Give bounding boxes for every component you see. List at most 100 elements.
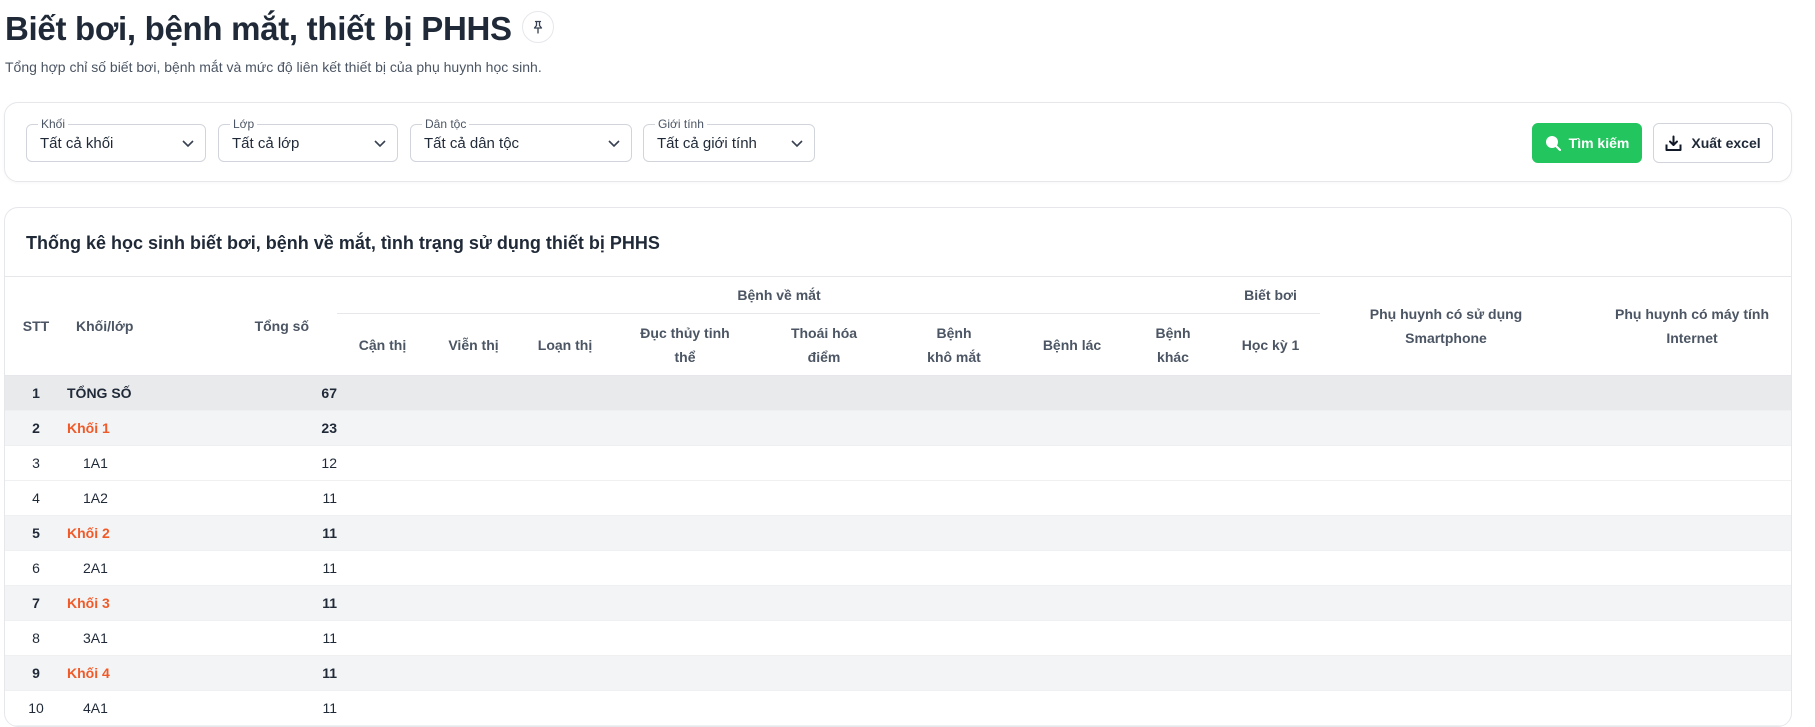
row-empty-cell (1572, 690, 1791, 726)
row-empty-cell (428, 550, 519, 586)
row-empty-cell (1125, 550, 1221, 586)
row-empty-cell (1019, 655, 1125, 691)
row-empty-cell (428, 655, 519, 691)
row-empty-cell (1125, 585, 1221, 621)
row-total: 11 (219, 655, 337, 691)
page-subtitle: Tổng hợp chỉ số biết bơi, bệnh mắt và mứ… (5, 59, 542, 75)
row-empty-cell (1125, 480, 1221, 516)
table-row: 3 1A1 12 (5, 445, 1791, 481)
row-empty-cell (1125, 515, 1221, 551)
row-empty-cell (889, 655, 1019, 691)
row-empty-cell (759, 585, 889, 621)
row-class-name: 1A2 (67, 480, 219, 516)
row-empty-cell (1572, 515, 1791, 551)
row-empty-cell (428, 375, 519, 411)
row-empty-cell (889, 480, 1019, 516)
search-button[interactable]: Tìm kiếm (1532, 123, 1642, 163)
col-group-swim: Biết bơi (1221, 276, 1320, 314)
col-group-eye: Bệnh về mắt (337, 276, 1221, 314)
row-class-name: 3A1 (67, 620, 219, 656)
row-empty-cell (1320, 515, 1572, 551)
row-total: 12 (219, 445, 337, 481)
search-icon (1545, 136, 1561, 151)
col-header-eye: Viễn thị (448, 336, 499, 353)
col-header-stt: STT (5, 276, 67, 376)
col-header-eye: Loạn thị (537, 336, 593, 353)
row-class-name: Khối 4 (67, 655, 219, 691)
row-total: 11 (219, 585, 337, 621)
export-excel-button[interactable]: Xuất excel (1653, 123, 1773, 163)
row-empty-cell (1019, 480, 1125, 516)
row-empty-cell (1221, 445, 1320, 481)
row-empty-cell (1572, 410, 1791, 446)
row-empty-cell (428, 690, 519, 726)
gender-select-value: Tất cả giới tính (657, 135, 757, 152)
row-empty-cell (337, 585, 428, 621)
row-empty-cell (611, 585, 759, 621)
row-stt: 10 (5, 690, 67, 726)
row-empty-cell (337, 515, 428, 551)
col-header-computer: Phụ huynh có máy tính Internet (1572, 276, 1791, 376)
row-class-name: Khối 2 (67, 515, 219, 551)
row-class-name: 2A1 (67, 550, 219, 586)
row-empty-cell (1221, 515, 1320, 551)
row-empty-cell (759, 690, 889, 726)
row-empty-cell (759, 515, 889, 551)
row-empty-cell (1320, 550, 1572, 586)
row-empty-cell (611, 480, 759, 516)
row-empty-cell (428, 480, 519, 516)
row-empty-cell (889, 550, 1019, 586)
gender-select[interactable]: Giới tính Tất cả giới tính (643, 117, 815, 162)
chevron-down-icon (608, 140, 620, 148)
col-header-smartphone: Phụ huynh có sử dụng Smartphone (1320, 276, 1572, 376)
row-empty-cell (1019, 375, 1125, 411)
row-empty-cell (337, 550, 428, 586)
chevron-down-icon (791, 140, 803, 148)
row-empty-cell (337, 445, 428, 481)
row-empty-cell (1221, 375, 1320, 411)
grade-select[interactable]: Khối Tất cả khối (26, 117, 206, 162)
row-empty-cell (1221, 690, 1320, 726)
col-header-class: Khối/lớp (67, 276, 219, 376)
row-total: 11 (219, 690, 337, 726)
row-empty-cell (611, 445, 759, 481)
row-total: 11 (219, 480, 337, 516)
col-header-swim: Học kỳ 1 (1241, 336, 1300, 353)
table-title: Thống kê học sinh biết bơi, bệnh về mắt,… (26, 233, 660, 253)
ethnicity-select-value: Tất cả dân tộc (424, 135, 520, 152)
table-row: 8 3A1 11 (5, 620, 1791, 656)
pin-icon (533, 20, 543, 34)
col-header-eye: Bệnh khô mắt (927, 324, 981, 365)
row-empty-cell (1019, 550, 1125, 586)
grade-select-value: Tất cả khối (40, 135, 114, 152)
col-header-total: Tổng số (219, 276, 337, 376)
row-empty-cell (1320, 690, 1572, 726)
row-empty-cell (1320, 620, 1572, 656)
row-empty-cell (759, 375, 889, 411)
row-empty-cell (1019, 445, 1125, 481)
row-stt: 8 (5, 620, 67, 656)
row-empty-cell (1019, 620, 1125, 656)
stats-table-card: Thống kê học sinh biết bơi, bệnh về mắt,… (4, 207, 1792, 727)
row-total: 11 (219, 515, 337, 551)
row-empty-cell (611, 410, 759, 446)
row-empty-cell (1125, 690, 1221, 726)
col-header-eye: Đục thủy tinh thể (640, 324, 730, 365)
ethnicity-select[interactable]: Dân tộc Tất cả dân tộc (410, 117, 632, 162)
pin-button[interactable] (522, 11, 554, 43)
row-empty-cell (519, 620, 611, 656)
col-header-eye: Bệnh khác (1155, 324, 1191, 365)
class-select[interactable]: Lớp Tất cả lớp (218, 117, 398, 162)
row-empty-cell (1572, 375, 1791, 411)
table-row: 1 TỔNG SỐ 67 (5, 375, 1791, 411)
row-empty-cell (428, 515, 519, 551)
row-empty-cell (337, 480, 428, 516)
table-row: 10 4A1 11 (5, 690, 1791, 726)
chevron-down-icon (182, 140, 194, 148)
row-empty-cell (1019, 690, 1125, 726)
row-stt: 1 (5, 375, 67, 411)
grade-select-label: Khối (38, 117, 69, 131)
row-empty-cell (1019, 515, 1125, 551)
chevron-down-icon (374, 140, 386, 148)
row-empty-cell (759, 480, 889, 516)
